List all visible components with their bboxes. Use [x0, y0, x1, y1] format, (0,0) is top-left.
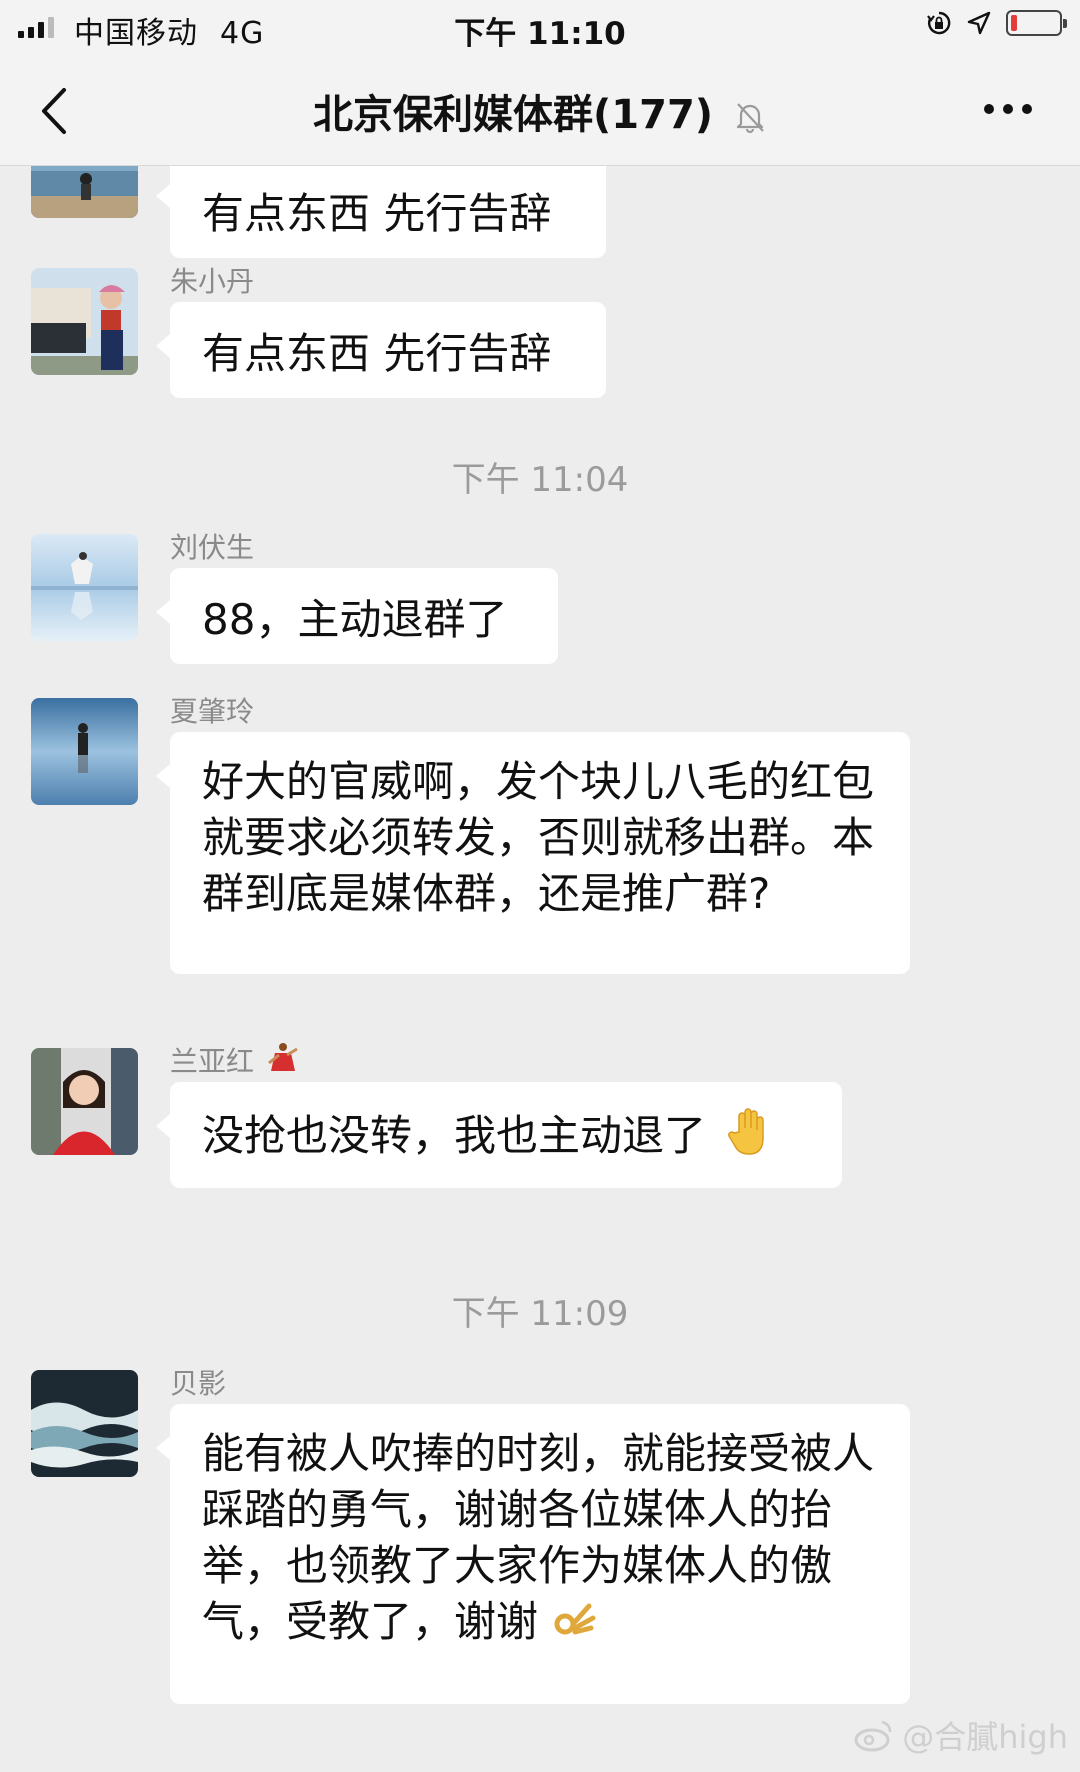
status-bar: 中国移动 4G 下午 11:10 — [0, 0, 1080, 56]
location-icon — [967, 11, 991, 35]
chat-title-area: 北京保利媒体群(177) — [0, 82, 1080, 140]
sender-name: 贝影 — [170, 1367, 227, 1400]
message-bubble[interactable]: 好大的官威啊，发个块儿八毛的红包就要求必须转发，否则就移出群。本群到底是媒体群，… — [156, 732, 910, 974]
avatar[interactable] — [31, 1370, 138, 1477]
sender-name: 兰亚红 — [170, 1040, 301, 1080]
chat-title: 北京保利媒体群(177) — [313, 92, 714, 138]
chat-message-list[interactable]: 有点东西 先行告辞 朱小丹 有点东西 先行告辞 下午 11:04 刘伏生 88，… — [0, 166, 1080, 1772]
weibo-logo-icon — [854, 1720, 892, 1752]
message-text: 能有被人吹捧的时刻，就能接受被人踩踏的勇气，谢谢各位媒体人的抬举，也领教了大家作… — [202, 1429, 875, 1646]
avatar[interactable] — [31, 268, 138, 375]
message-bubble[interactable]: 有点东西 先行告辞 — [156, 302, 606, 398]
carrier-info: 中国移动 4G — [74, 8, 264, 52]
message-bubble[interactable]: 有点东西 先行告辞 — [156, 166, 606, 258]
raised-hand-emoji-icon — [728, 1108, 765, 1155]
avatar[interactable] — [31, 698, 138, 805]
watermark-text: @合膩high — [902, 1718, 1068, 1756]
sender-name: 朱小丹 — [170, 265, 255, 298]
message-bubble[interactable]: 没抢也没转，我也主动退了 — [156, 1082, 842, 1188]
more-options-button[interactable] — [984, 104, 1032, 114]
timestamp: 下午 11:04 — [451, 460, 629, 500]
mute-bell-icon — [736, 103, 764, 134]
sender-name: 刘伏生 — [170, 531, 255, 564]
chat-header: 北京保利媒体群(177) — [0, 56, 1080, 166]
message-text: 没抢也没转，我也主动退了 — [202, 1111, 707, 1160]
status-icons — [926, 10, 1067, 36]
carrier-name: 中国移动 — [74, 16, 198, 51]
dancer-emoji-icon — [267, 1043, 298, 1071]
avatar[interactable] — [31, 166, 138, 218]
sender-name: 夏肇玲 — [170, 695, 255, 728]
rotation-lock-icon — [927, 11, 951, 35]
sender-name-text: 兰亚红 — [170, 1045, 255, 1078]
battery-icon — [1006, 10, 1067, 36]
ok-hand-emoji-icon — [554, 1603, 596, 1635]
avatar[interactable] — [31, 1048, 138, 1155]
timestamp: 下午 11:09 — [451, 1294, 629, 1334]
message-bubble[interactable]: 能有被人吹捧的时刻，就能接受被人踩踏的勇气，谢谢各位媒体人的抬举，也领教了大家作… — [156, 1404, 910, 1704]
message-bubble[interactable]: 88，主动退群了 — [156, 568, 558, 664]
signal-icon — [18, 16, 54, 38]
avatar[interactable] — [31, 534, 138, 641]
watermark: @合膩high — [854, 1712, 1068, 1758]
network-type: 4G — [220, 16, 265, 51]
